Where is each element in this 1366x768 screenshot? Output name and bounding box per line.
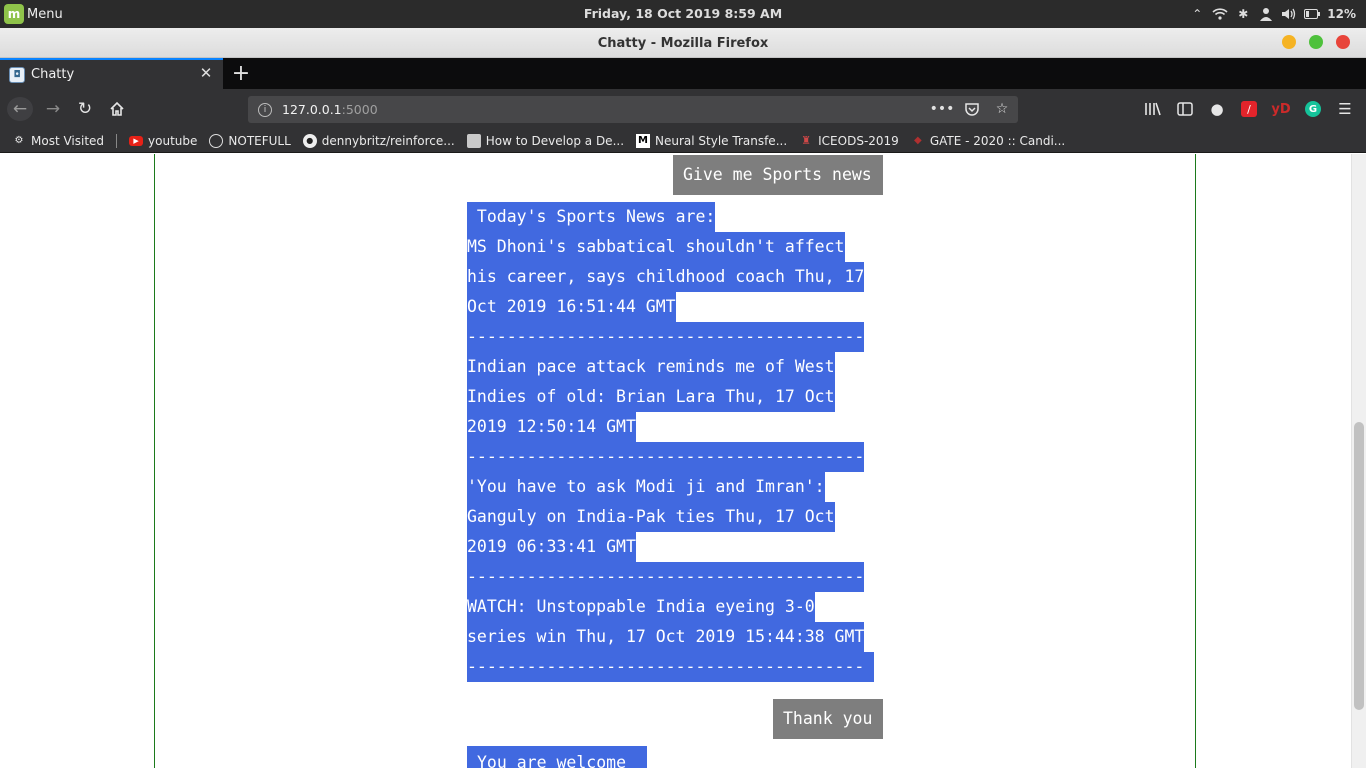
bot-line: 2019 06:33:41 GMT xyxy=(467,532,636,562)
bookmark-label: ICEODS-2019 xyxy=(818,133,899,148)
bot-line: Indies of old: Brian Lara Thu, 17 Oct xyxy=(467,382,835,412)
bookmark-dennybritz[interactable]: ● dennybritz/reinforce... xyxy=(302,133,455,148)
chat-favicon-icon: ◘ xyxy=(9,66,25,83)
bookmarks-toolbar: ⚙ Most Visited ▶ youtube NOTEFULL ● denn… xyxy=(0,129,1366,153)
close-tab-icon[interactable]: ✕ xyxy=(197,64,215,82)
minimize-button[interactable] xyxy=(1282,35,1296,49)
extension-ghost-icon[interactable]: ● xyxy=(1206,98,1228,120)
library-icon[interactable] xyxy=(1142,98,1164,120)
bookmark-iceods[interactable]: ♜ ICEODS-2019 xyxy=(799,134,899,148)
iceods-icon: ♜ xyxy=(801,134,812,147)
battery-percentage: 12% xyxy=(1327,7,1356,21)
reload-icon[interactable]: ↻ xyxy=(72,97,98,121)
bookmark-label: youtube xyxy=(148,133,198,148)
bot-line: ---------------------------------------- xyxy=(467,652,875,682)
os-clock[interactable]: Friday, 18 Oct 2019 8:59 AM xyxy=(0,6,1366,21)
bot-line: his career, says childhood coach Thu, 17 xyxy=(467,262,865,292)
sidebar-icon[interactable] xyxy=(1174,98,1196,120)
bookmark-star-icon[interactable]: ☆ xyxy=(992,99,1012,119)
bot-line: MS Dhoni's sabbatical shouldn't affect xyxy=(467,232,845,262)
hamburger-menu-icon[interactable]: ☰ xyxy=(1334,98,1356,120)
toolbar-right: ● / yD G ☰ xyxy=(1142,98,1356,120)
bot-message: You are welcome xyxy=(467,746,647,768)
navigation-toolbar: ← → ↻ i 127.0.0.1:5000 ••• ☆ ● / yD G ☰ xyxy=(0,89,1366,129)
globe-icon xyxy=(209,133,224,148)
os-top-panel: m Menu Friday, 18 Oct 2019 8:59 AM ⌃ ✱ 1… xyxy=(0,0,1366,28)
window-controls xyxy=(1282,35,1350,49)
tab-strip: ◘ Chatty ✕ + xyxy=(0,58,1366,89)
pdf-extension-icon[interactable]: / xyxy=(1241,101,1257,117)
battery-icon[interactable] xyxy=(1304,6,1321,22)
bot-line: WATCH: Unstoppable India eyeing 3-0 xyxy=(467,592,815,622)
volume-icon[interactable] xyxy=(1281,6,1297,22)
forward-arrow-icon[interactable]: → xyxy=(40,97,66,121)
gear-icon: ⚙ xyxy=(14,135,24,146)
site-info-icon[interactable]: i xyxy=(258,102,272,117)
bookmark-label: dennybritz/reinforce... xyxy=(321,133,455,148)
bookmark-label: Neural Style Transfe... xyxy=(655,133,788,148)
tab-title: Chatty xyxy=(31,67,75,82)
youtube-icon: ▶ xyxy=(129,135,144,146)
bookmark-youtube[interactable]: ▶ youtube xyxy=(129,134,197,148)
bot-line: Oct 2019 16:51:44 GMT xyxy=(467,292,676,322)
page-scrollbar[interactable] xyxy=(1351,154,1366,768)
tab-chatty[interactable]: ◘ Chatty ✕ xyxy=(0,58,223,89)
bluetooth-icon[interactable]: ✱ xyxy=(1235,6,1251,22)
page-actions-ellipsis-icon[interactable]: ••• xyxy=(930,99,955,119)
bot-line: Ganguly on India-Pak ties Thu, 17 Oct xyxy=(467,502,835,532)
bookmark-label: NOTEFULL xyxy=(228,133,291,148)
user-icon[interactable] xyxy=(1258,6,1274,22)
gate-icon: ◆ xyxy=(913,135,922,146)
bot-line: series win Thu, 17 Oct 2019 15:44:38 GMT xyxy=(467,622,865,652)
bookmark-most-visited[interactable]: ⚙ Most Visited xyxy=(12,133,105,148)
bookmark-gate[interactable]: ◆ GATE - 2020 :: Candi... xyxy=(911,134,1065,148)
user-message: Give me Sports news xyxy=(673,155,883,195)
back-arrow-icon[interactable]: ← xyxy=(7,97,33,121)
user-message: Thank you xyxy=(773,699,883,739)
github-icon: ● xyxy=(302,133,317,148)
home-icon[interactable] xyxy=(104,97,130,121)
bookmark-label: GATE - 2020 :: Candi... xyxy=(929,133,1066,148)
page-content: Give me Sports news Today's Sports News … xyxy=(0,154,1351,768)
yandex-dictionary-icon[interactable]: yD xyxy=(1270,98,1292,120)
medium-icon: M xyxy=(636,133,651,148)
url-actions: ••• ☆ xyxy=(930,99,1012,119)
bookmark-separator xyxy=(116,133,118,148)
close-window-button[interactable] xyxy=(1336,35,1350,49)
bot-line: 'You have to ask Modi ji and Imran': xyxy=(467,472,825,502)
bot-line: 2019 12:50:14 GMT xyxy=(467,412,636,442)
wifi-icon[interactable] xyxy=(1212,6,1228,22)
window-title: Chatty - Mozilla Firefox xyxy=(597,36,769,51)
bookmark-how-to-develop[interactable]: How to Develop a De... xyxy=(466,133,625,148)
pocket-icon[interactable] xyxy=(962,99,982,119)
url-port: :5000 xyxy=(341,102,378,117)
address-bar[interactable]: i 127.0.0.1:5000 ••• ☆ xyxy=(248,96,1018,123)
bookmark-neural-style[interactable]: M Neural Style Transfe... xyxy=(636,133,788,148)
bot-response: Today's Sports News are: MS Dhoni's sabb… xyxy=(467,202,877,682)
new-tab-plus-icon[interactable]: + xyxy=(229,61,253,86)
url-host: 127.0.0.1 xyxy=(282,102,342,117)
maximize-button[interactable] xyxy=(1309,35,1323,49)
bot-line: ---------------------------------------- xyxy=(467,442,865,472)
bot-line: Indian pace attack reminds me of West xyxy=(467,352,835,382)
document-icon xyxy=(466,133,481,148)
bookmark-label: Most Visited xyxy=(31,133,105,148)
bot-line: ---------------------------------------- xyxy=(467,322,865,352)
scrollbar-thumb[interactable] xyxy=(1354,422,1364,710)
window-title-bar[interactable]: Chatty - Mozilla Firefox xyxy=(0,28,1366,58)
bot-line: ---------------------------------------- xyxy=(467,562,865,592)
chevron-up-icon[interactable]: ⌃ xyxy=(1189,6,1205,22)
bookmark-notefull[interactable]: NOTEFULL xyxy=(209,133,291,148)
grammarly-icon[interactable]: G xyxy=(1305,101,1321,117)
bot-line: Today's Sports News are: xyxy=(467,202,716,232)
bookmark-label: How to Develop a De... xyxy=(485,133,625,148)
url-text[interactable]: 127.0.0.1:5000 xyxy=(282,102,378,117)
system-tray: ⌃ ✱ 12% xyxy=(1189,4,1356,24)
